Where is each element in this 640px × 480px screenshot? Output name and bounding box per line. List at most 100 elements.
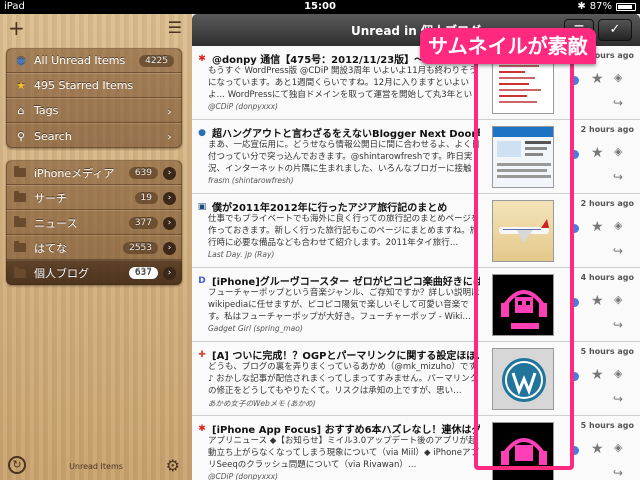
folder-count-badge: 639: [128, 167, 158, 179]
star-icon[interactable]: ★: [591, 145, 604, 161]
chevron-right-icon[interactable]: ›: [163, 167, 176, 180]
article-title: [iPhone App Focus] おすすめ6本ハズレなし！連休はグル…: [212, 425, 480, 436]
article-author: frasm (shintarowfresh): [208, 176, 294, 185]
thumbnail-web-screenshot: [493, 127, 553, 187]
article-author: あかめ女子のWebメモ (あかめ): [208, 399, 316, 408]
status-bar: iPad 15:00 ✱ 87%: [0, 0, 640, 14]
unread-indicator[interactable]: [570, 224, 579, 233]
article-title: [A] ついに完成！？OGPとパーマリンクに関する設定ほぼ…: [212, 351, 480, 362]
share-icon[interactable]: ↪: [613, 170, 623, 184]
battery-icon: [616, 2, 636, 11]
star-icon: ★: [16, 79, 26, 92]
unread-indicator[interactable]: [570, 372, 579, 381]
star-icon[interactable]: ★: [591, 441, 604, 457]
sidebar-item-search[interactable]: ⚲ Search ›: [6, 123, 182, 148]
mark-all-read-button[interactable]: ✓: [598, 19, 632, 41]
sidebar-folder-hatena[interactable]: はてな 2553 ›: [6, 235, 182, 260]
thumbnail-game-icon: [493, 275, 553, 335]
star-icon[interactable]: ★: [591, 71, 604, 87]
add-feed-button[interactable]: +: [8, 16, 25, 40]
sidebar-folder-personal-blog[interactable]: 個人ブログ 637 ›: [6, 260, 182, 285]
sidebar-menu-icon[interactable]: ☰: [168, 18, 182, 37]
share-icon[interactable]: ↪: [613, 392, 623, 406]
article-author: Last Day. jp (Ray): [208, 250, 275, 259]
chevron-right-icon: ›: [167, 130, 172, 143]
tag-icon[interactable]: ◈: [614, 293, 622, 306]
status-clock: 15:00: [304, 1, 336, 12]
folder-count-badge: 19: [134, 192, 158, 204]
chevron-right-icon[interactable]: ›: [163, 217, 176, 230]
search-icon: ⚲: [16, 129, 26, 143]
folder-count-badge: 2553: [123, 242, 158, 254]
article-row[interactable]: ▣ 僕が2011年2012年に行ったアジア旅行記のまとめ 仕事でもプライベートで…: [192, 194, 640, 268]
article-thumbnail[interactable]: [492, 348, 554, 410]
tag-icon[interactable]: ◈: [614, 367, 622, 380]
thumbnail-game-icon: [493, 423, 553, 480]
folder-label: サーチ: [34, 191, 67, 205]
tag-icon[interactable]: ◈: [614, 145, 622, 158]
share-icon[interactable]: ↪: [613, 318, 623, 332]
folder-icon: [14, 216, 26, 227]
article-row[interactable]: ✱ [iPhone App Focus] おすすめ6本ハズレなし！連休はグル… …: [192, 416, 640, 480]
gear-icon[interactable]: ⚙: [166, 456, 180, 475]
unread-indicator[interactable]: [570, 446, 579, 455]
folder-label: iPhoneメディア: [34, 166, 115, 180]
article-summary: フューチャーポップという音楽ジャンル、ご存知ですか？詳しい説明はwikipedi…: [208, 288, 480, 322]
site-favicon-icon: ▣: [197, 202, 207, 212]
sidebar-item-label: All Unread Items: [34, 54, 126, 67]
unread-indicator[interactable]: [570, 150, 579, 159]
tag-icon[interactable]: ◈: [614, 441, 622, 454]
article-thumbnail[interactable]: [492, 422, 554, 480]
bluetooth-icon: ✱: [577, 1, 586, 12]
article-thumbnail[interactable]: [492, 274, 554, 336]
site-favicon-icon: ●: [198, 128, 206, 138]
article-summary: アプリニュース ◆【お知らせ】ミイル3.0アップデート後のアプリが起動立ち上がら…: [208, 436, 479, 470]
chevron-right-icon[interactable]: ›: [163, 242, 176, 255]
article-row[interactable]: ● 超ハングアウトと言わざるをえないBlogger Next Door略… まあ…: [192, 120, 640, 194]
sidebar-folder-iphone-media[interactable]: iPhoneメディア 639 ›: [6, 160, 182, 185]
share-icon[interactable]: ↪: [613, 244, 623, 258]
article-time: 4 hours ago: [580, 273, 634, 282]
sidebar-bottom-bar: ↻ Unread Items ⚙: [0, 454, 192, 480]
site-favicon-icon: ✚: [198, 350, 206, 360]
sidebar-item-tags[interactable]: ⌂ Tags ›: [6, 98, 182, 123]
share-icon[interactable]: ↪: [613, 466, 623, 480]
site-favicon-icon: ✱: [198, 54, 206, 64]
tag-icon[interactable]: ◈: [614, 71, 622, 84]
unread-indicator[interactable]: [570, 298, 579, 307]
article-title: 超ハングアウトと言わざるをえないBlogger Next Door略…: [212, 129, 480, 140]
sidebar-item-starred[interactable]: ★ 495 Starred Items: [6, 73, 182, 98]
tag-icon[interactable]: ◈: [614, 219, 622, 232]
article-author: Gadget Girl (spring_mao): [208, 324, 303, 333]
unread-indicator[interactable]: [570, 76, 579, 85]
site-favicon-icon: D: [198, 276, 206, 286]
thumbnail-wordpress-logo: [493, 349, 553, 409]
article-row[interactable]: D [iPhone]グルーヴコースター ゼロがピコピコ楽曲好きには… フューチャ…: [192, 268, 640, 342]
sidebar-item-label: Tags: [34, 104, 59, 117]
article-row[interactable]: ✚ [A] ついに完成！？OGPとパーマリンクに関する設定ほぼ… どうも、ブログ…: [192, 342, 640, 416]
chevron-right-icon[interactable]: ›: [163, 192, 176, 205]
battery-percent: 87%: [589, 1, 612, 12]
article-thumbnail[interactable]: [492, 200, 554, 262]
annotation-callout: サムネイルが素敵: [420, 28, 596, 64]
sidebar-toolbar: + ☰: [0, 14, 192, 42]
status-right: ✱ 87%: [577, 1, 636, 12]
sidebar-item-all-unread[interactable]: ◉ All Unread Items 4225: [6, 48, 182, 73]
chevron-right-icon[interactable]: ›: [163, 267, 176, 280]
article-pane: Unread in 個人ブログ ☰ ✓ ✱ @donpy 通信【475号：201…: [192, 14, 640, 480]
article-summary: 仕事でもプライベートでも海外に良く行っての旅行記のまとめページを作っておきます。…: [208, 214, 480, 248]
thumbnail-airplane-photo: [493, 201, 553, 261]
sidebar: + ☰ ◉ All Unread Items 4225 ★ 495 Starre…: [0, 14, 192, 480]
share-icon[interactable]: ↪: [613, 96, 623, 110]
star-icon[interactable]: ★: [591, 219, 604, 235]
article-thumbnail[interactable]: [492, 126, 554, 188]
star-icon[interactable]: ★: [591, 367, 604, 383]
sidebar-top-group: ◉ All Unread Items 4225 ★ 495 Starred It…: [6, 48, 182, 148]
star-icon[interactable]: ★: [591, 293, 604, 309]
folder-count-badge: 377: [128, 217, 158, 229]
sidebar-folder-news[interactable]: ニュース 377 ›: [6, 210, 182, 235]
sidebar-folder-search[interactable]: サーチ 19 ›: [6, 185, 182, 210]
folder-label: はてな: [34, 241, 67, 255]
article-list: ✱ @donpy 通信【475号：2012/11/23版】～ ちょっとまずいかも…: [192, 46, 640, 480]
chevron-right-icon: ›: [167, 105, 172, 118]
